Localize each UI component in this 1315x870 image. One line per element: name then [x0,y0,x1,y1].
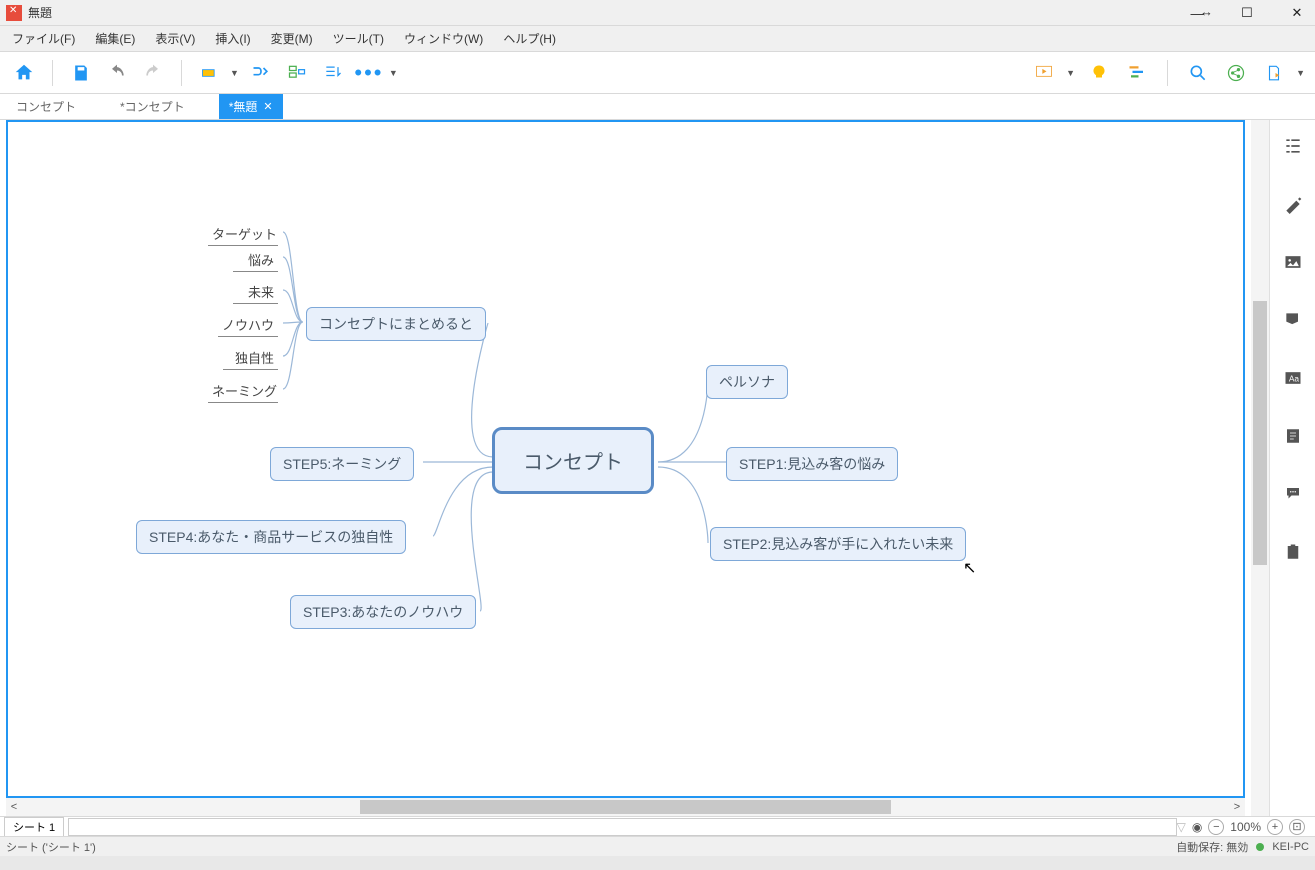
presentation-icon[interactable] [1030,59,1058,87]
home-icon[interactable] [10,59,38,87]
cursor-icon: ↖ [963,558,976,578]
export-icon[interactable] [1260,59,1288,87]
workspace: ターゲット 悩み 未来 ノウハウ 独自性 ネーミング コンセプトにまとめると S… [0,120,1251,816]
node-center[interactable]: コンセプト [492,427,654,494]
node-concept-summary[interactable]: コンセプトにまとめると [306,307,486,341]
tab-label: *無題 [229,98,258,115]
minimize-button[interactable]: — [1183,2,1211,24]
tab-concept-2[interactable]: *コンセプト [110,94,195,119]
toolbar-separator [1167,60,1168,86]
dropdown-caret-icon[interactable]: ▼ [1066,68,1075,78]
format-icon[interactable] [1281,192,1305,216]
leaf-naming[interactable]: ネーミング [208,379,278,403]
text-style-icon[interactable]: Aa [1281,366,1305,390]
outline-icon[interactable] [1281,134,1305,158]
breadcrumb: シート ('シート 1') [6,839,96,855]
leaf-unique[interactable]: 独自性 [223,346,278,370]
comments-icon[interactable] [1281,482,1305,506]
leaf-target[interactable]: ターゲット [208,222,278,246]
share-icon[interactable] [1222,59,1250,87]
connection-dot-icon [1256,843,1264,851]
notes-icon[interactable] [1281,424,1305,448]
zoom-out-button[interactable]: − [1208,819,1224,835]
tab-concept-1[interactable]: コンセプト [6,94,86,119]
zoom-fit-button[interactable]: ⊡ [1289,819,1305,835]
more-icon[interactable]: ••• [355,59,383,87]
node-step1[interactable]: STEP1:見込み客の悩み [726,447,898,481]
search-icon[interactable] [1184,59,1212,87]
scroll-thumb[interactable] [360,800,891,814]
leaf-knowhow[interactable]: ノウハウ [218,313,278,337]
leaf-worry[interactable]: 悩み [233,248,278,272]
close-button[interactable]: ✕ [1283,2,1311,24]
menu-insert[interactable]: 挿入(I) [207,27,258,50]
scroll-track[interactable] [22,800,1229,814]
menu-view[interactable]: 表示(V) [147,27,203,50]
idea-icon[interactable] [1085,59,1113,87]
bottom-strip [0,856,1315,870]
toolbar-separator [181,60,182,86]
titlebar: 無題 ↔ — ☐ ✕ [0,0,1315,26]
boundary-icon[interactable] [283,59,311,87]
zoom-value: 100% [1230,820,1261,834]
node-step2[interactable]: STEP2:見込み客が手に入れたい未来 [710,527,966,561]
node-step4[interactable]: STEP4:あなた・商品サービスの独自性 [136,520,406,554]
marker-icon[interactable] [1281,308,1305,332]
sheet-tab[interactable]: シート 1 [4,817,64,837]
filter-icon[interactable]: ▽ [1177,820,1186,834]
undo-icon[interactable] [103,59,131,87]
sheet-name-input[interactable] [68,818,1176,836]
dropdown-caret-icon[interactable]: ▼ [230,68,239,78]
zoom-in-button[interactable]: + [1267,819,1283,835]
side-panel: Aa [1269,120,1315,816]
menubar: ファイル(F) 編集(E) 表示(V) 挿入(I) 変更(M) ツール(T) ウ… [0,26,1315,52]
svg-text:Aa: Aa [1288,373,1299,383]
tab-untitled[interactable]: *無題 ✕ [219,94,283,119]
gantt-icon[interactable] [1123,59,1151,87]
topic-icon[interactable] [196,59,224,87]
horizontal-scrollbar[interactable]: < > [6,798,1245,816]
dropdown-caret-icon[interactable]: ▼ [389,68,398,78]
close-icon[interactable]: ✕ [263,100,272,113]
scroll-left-icon[interactable]: < [6,801,22,813]
toolbar-separator [52,60,53,86]
app-icon [6,5,22,21]
sheet-bar: シート 1 ▽ ◉ − 100% + ⊡ [0,816,1315,836]
mindmap-canvas[interactable]: ターゲット 悩み 未来 ノウハウ 独自性 ネーミング コンセプトにまとめると S… [6,120,1245,798]
node-step3[interactable]: STEP3:あなたのノウハウ [290,595,476,629]
save-icon[interactable] [67,59,95,87]
scroll-right-icon[interactable]: > [1229,801,1245,813]
menu-help[interactable]: ヘルプ(H) [495,27,564,50]
maximize-button[interactable]: ☐ [1233,2,1261,24]
node-step5[interactable]: STEP5:ネーミング [270,447,414,481]
menu-tool[interactable]: ツール(T) [325,27,392,50]
menu-edit[interactable]: 編集(E) [87,27,143,50]
leaf-future[interactable]: 未来 [233,280,278,304]
summary-icon[interactable] [319,59,347,87]
relationship-icon[interactable] [247,59,275,87]
document-tabbar: コンセプト *コンセプト *無題 ✕ [0,94,1315,120]
scroll-thumb[interactable] [1253,301,1267,565]
visibility-icon[interactable]: ◉ [1192,820,1202,834]
toolbar: ▼ ••• ▼ ▼ ▼ [0,52,1315,94]
status-bar: シート ('シート 1') 自動保存: 無効 KEI-PC [0,836,1315,856]
task-icon[interactable] [1281,540,1305,564]
window-title: 無題 [28,4,52,21]
menu-file[interactable]: ファイル(F) [4,27,83,50]
node-persona[interactable]: ペルソナ [706,365,788,399]
autosave-status: 自動保存: 無効 [1176,839,1248,855]
redo-icon[interactable] [139,59,167,87]
host-name: KEI-PC [1272,841,1309,853]
dropdown-caret-icon[interactable]: ▼ [1296,68,1305,78]
vertical-scrollbar[interactable] [1251,120,1269,816]
image-icon[interactable] [1281,250,1305,274]
menu-change[interactable]: 変更(M) [263,27,321,50]
menu-window[interactable]: ウィンドウ(W) [396,27,491,50]
